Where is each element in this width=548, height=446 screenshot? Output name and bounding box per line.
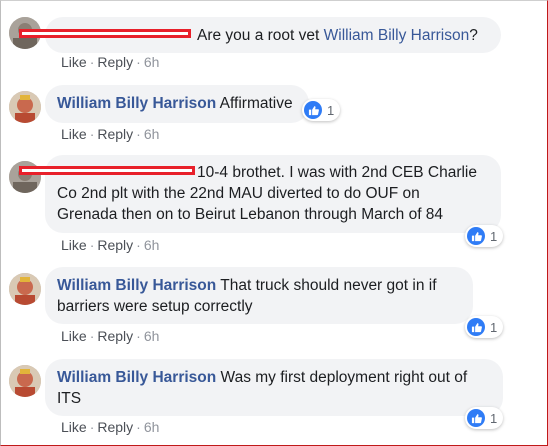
avatar[interactable]	[9, 273, 41, 305]
reply-link[interactable]: Reply	[97, 54, 133, 70]
separator-dot: ·	[89, 237, 95, 253]
like-icon	[304, 101, 322, 119]
comment-text: Affirmative	[219, 95, 293, 112]
reaction-summary[interactable]: 1	[465, 225, 504, 247]
comment-bubble: William Billy Harrison Affirmative	[45, 85, 309, 123]
timestamp[interactable]: 6h	[144, 54, 160, 70]
reply-link[interactable]: Reply	[97, 126, 133, 142]
separator-dot: ·	[89, 328, 95, 344]
separator-dot: ·	[136, 126, 141, 142]
comment-text: 10-4 brothet. I was with 2nd CEB Charlie	[197, 164, 477, 181]
like-icon	[467, 318, 485, 336]
timestamp[interactable]: 6h	[144, 237, 160, 253]
comment-thread: Are you a root vet William Billy Harriso…	[0, 0, 548, 446]
like-link[interactable]: Like	[61, 328, 87, 344]
comment-actions: Like · Reply · 6h	[61, 328, 159, 344]
comment-bubble: 10-4 brothet. I was with 2nd CEB Charlie…	[19, 155, 501, 233]
comment-actions: Like · Reply · 6h	[61, 54, 159, 70]
reaction-summary[interactable]: 1	[302, 99, 341, 121]
author-name[interactable]: William Billy Harrison	[57, 369, 216, 386]
reply-link[interactable]: Reply	[97, 328, 133, 344]
redacted-author-name	[19, 166, 195, 175]
comment-text-line: 10-4 brothet. I was with 2nd CEB Charlie	[19, 162, 489, 183]
avatar-photo-icon	[9, 273, 41, 305]
comment-text-suffix: ?	[469, 27, 478, 44]
separator-dot: ·	[89, 54, 95, 70]
reply-link[interactable]: Reply	[97, 419, 133, 435]
comment-bubble: William Billy Harrison Was my first depl…	[45, 359, 503, 416]
like-link[interactable]: Like	[61, 419, 87, 435]
comment-bubble: William Billy Harrison That truck should…	[45, 267, 473, 324]
separator-dot: ·	[136, 237, 141, 253]
separator-dot: ·	[136, 328, 141, 344]
comment-actions: Like · Reply · 6h	[61, 126, 159, 142]
comment-text-line: Grenada then on to Beirut Lebanon throug…	[57, 206, 444, 223]
separator-dot: ·	[136, 54, 141, 70]
like-link[interactable]: Like	[61, 126, 87, 142]
comment-actions: Like · Reply · 6h	[61, 237, 159, 253]
redacted-author-name	[19, 29, 191, 38]
mention-link[interactable]: William Billy Harrison	[324, 27, 470, 44]
comment-text-line: William Billy Harrison Was my first depl…	[57, 367, 491, 388]
like-icon	[467, 227, 485, 245]
timestamp[interactable]: 6h	[144, 126, 160, 142]
like-icon	[467, 409, 485, 427]
timestamp[interactable]: 6h	[144, 328, 160, 344]
comment-text: Was my first deployment right out of	[220, 369, 468, 386]
comment-text-line: barriers were setup correctly	[57, 298, 253, 315]
avatar[interactable]	[9, 365, 41, 397]
avatar-photo-icon	[9, 91, 41, 123]
timestamp[interactable]: 6h	[144, 419, 160, 435]
reaction-count: 1	[490, 319, 498, 335]
avatar-photo-icon	[9, 365, 41, 397]
author-name[interactable]: William Billy Harrison	[57, 95, 216, 112]
like-link[interactable]: Like	[61, 237, 87, 253]
separator-dot: ·	[89, 126, 95, 142]
comment-text: That truck should never got in if	[220, 277, 437, 294]
separator-dot: ·	[136, 419, 141, 435]
reaction-count: 1	[490, 228, 498, 244]
comment-text-line: William Billy Harrison That truck should…	[57, 275, 461, 296]
comment-actions: Like · Reply · 6h	[61, 419, 159, 435]
avatar[interactable]	[9, 91, 41, 123]
reaction-summary[interactable]: 1	[465, 316, 504, 338]
like-link[interactable]: Like	[61, 54, 87, 70]
comment-bubble: Are you a root vet William Billy Harriso…	[19, 17, 501, 53]
reaction-summary[interactable]: 1	[465, 407, 504, 429]
author-name[interactable]: William Billy Harrison	[57, 277, 216, 294]
reply-link[interactable]: Reply	[97, 237, 133, 253]
separator-dot: ·	[89, 419, 95, 435]
reaction-count: 1	[490, 410, 498, 426]
comment-text-line: ITS	[57, 390, 82, 407]
comment-text-line: Co 2nd plt with the 22nd MAU diverted to…	[57, 185, 420, 202]
reaction-count: 1	[327, 102, 335, 118]
comment-text: Are you a root vet	[197, 27, 324, 44]
